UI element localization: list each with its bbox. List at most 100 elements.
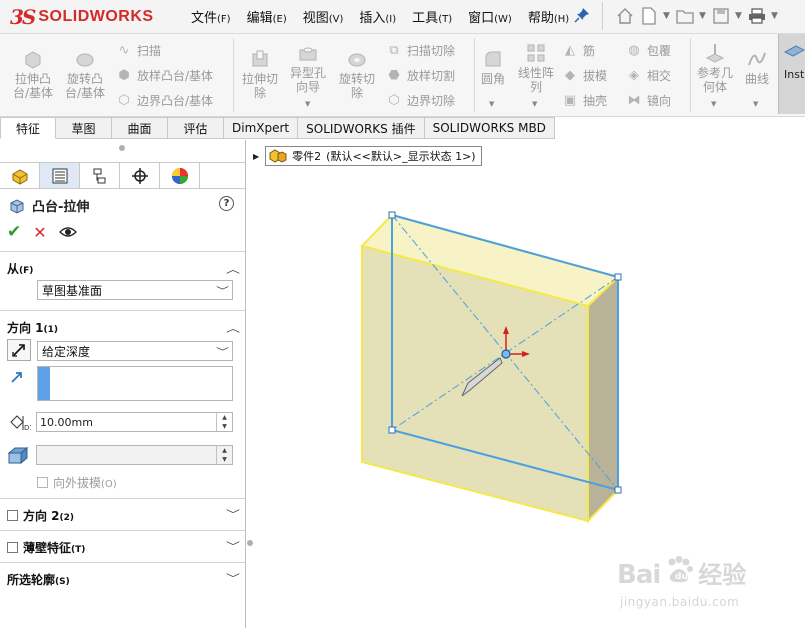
menu-window[interactable]: 窗口(W) (460, 7, 520, 26)
menu-help[interactable]: 帮助(H) (520, 7, 577, 26)
expand-arrow-icon[interactable]: ▶ (253, 152, 259, 161)
boundary-cut-button[interactable]: ⬡ 边界切除 (386, 92, 455, 109)
mirror-button[interactable]: ⧓ 镜向 (626, 92, 672, 109)
intersect-button[interactable]: ◈ 相交 (626, 67, 671, 84)
reference-geometry-button[interactable]: 参考几何体 (694, 42, 736, 94)
configuration-manager-tab-icon[interactable] (80, 163, 120, 188)
fillet-button[interactable]: 圆角 (478, 48, 508, 86)
preview-eye-icon[interactable] (58, 223, 77, 242)
thin-feature-checkbox[interactable] (7, 542, 18, 553)
save-icon[interactable] (711, 6, 731, 26)
property-manager-tab-icon[interactable] (40, 163, 80, 188)
section-divider (0, 251, 245, 252)
svg-text:du: du (675, 572, 688, 582)
depth-input[interactable]: 10.00mm ▲ ▼ (36, 412, 233, 432)
chevron-down-icon[interactable]: ▼ (753, 100, 758, 108)
menu-file[interactable]: 文件(F) (183, 7, 239, 26)
thin-feature-group-header[interactable]: 薄壁特征(T) (7, 539, 85, 556)
part-tree-node[interactable]: 零件2 (默认<<默认>_显示状态 1>) (265, 146, 482, 166)
feature-manager-tab-icon[interactable] (0, 163, 40, 188)
menu-insert[interactable]: 插入(I) (351, 7, 404, 26)
extrude-boss-label: 拉伸凸台/基体 (12, 72, 54, 100)
chevron-down-icon[interactable]: ▼ (735, 11, 743, 21)
ok-check-icon[interactable]: ✔ (7, 222, 21, 242)
boundary-boss-button[interactable]: ⬡ 边界凸台/基体 (116, 92, 213, 109)
tab-evaluate[interactable]: 评估 (168, 117, 224, 139)
sweep-button[interactable]: ∿ 扫描 (116, 42, 161, 59)
boundary-boss-icon: ⬡ (118, 93, 130, 108)
direction2-group-header[interactable]: 方向 2(2) (7, 507, 74, 524)
draft-button[interactable]: ◆ 拔模 (562, 67, 607, 84)
direction-reference-listbox[interactable] (37, 366, 233, 401)
spin-down-icon[interactable]: ▼ (222, 423, 227, 430)
pane-splitter-handle[interactable] (247, 540, 253, 546)
revolve-cut-button[interactable]: 旋转切除 (334, 48, 380, 100)
chevron-down-icon[interactable]: ▼ (532, 100, 537, 108)
revolve-boss-button[interactable]: 旋转凸台/基体 (62, 48, 108, 100)
cancel-x-icon[interactable]: ✕ (33, 223, 46, 242)
origin-point[interactable] (501, 349, 511, 359)
chevron-up-icon[interactable]: ︿ (226, 261, 240, 276)
direction1-group-header[interactable]: 方向 1(1) (7, 319, 58, 336)
shell-button[interactable]: ▣ 抽壳 (562, 92, 607, 109)
sketch-vertex[interactable] (388, 426, 396, 434)
mirror-label: 镜向 (647, 94, 672, 108)
wrap-button[interactable]: ◍ 包覆 (626, 42, 671, 59)
new-document-icon[interactable] (639, 6, 659, 26)
chevron-down-icon[interactable]: ▼ (489, 100, 494, 108)
tab-dimxpert[interactable]: DimXpert (224, 117, 299, 139)
draft-toggle-button[interactable] (7, 445, 31, 465)
rib-button[interactable]: ◭ 筋 (562, 42, 595, 59)
from-select[interactable]: 草图基准面 ﹀ (37, 280, 233, 300)
chevron-down-icon[interactable]: ▼ (699, 11, 707, 21)
extrude-boss-button[interactable]: 拉伸凸台/基体 (8, 48, 58, 100)
solidworks-wordmark: SOLIDWORKS (38, 8, 154, 25)
reverse-direction-button[interactable] (7, 339, 31, 361)
chevron-down-icon[interactable]: ﹀ (226, 538, 240, 553)
selected-contours-group-header[interactable]: 所选轮廓(S) (7, 571, 70, 588)
menu-edit[interactable]: 编辑(E) (239, 7, 295, 26)
tab-solidworks-addins[interactable]: SOLIDWORKS 插件 (298, 117, 425, 139)
from-group-header[interactable]: 从(F) (7, 260, 33, 277)
chevron-down-icon[interactable]: ﹀ (226, 506, 240, 521)
tab-sketch[interactable]: 草图 (56, 117, 112, 139)
sketch-vertex[interactable] (388, 211, 396, 219)
direction-vector-icon (10, 370, 24, 388)
menu-tools[interactable]: 工具(T) (404, 7, 460, 26)
instant3d-button[interactable]: Instant3D (778, 34, 805, 114)
menu-view[interactable]: 视图(V) (295, 7, 352, 26)
home-icon[interactable] (615, 6, 635, 26)
tab-surfaces[interactable]: 曲面 (112, 117, 168, 139)
depth-spin-buttons[interactable]: ▲ ▼ (216, 413, 232, 431)
loft-boss-button[interactable]: ⬢ 放样凸台/基体 (116, 67, 213, 84)
hole-wizard-button[interactable]: 异型孔向导 (286, 42, 330, 94)
sketch-vertex[interactable] (614, 486, 622, 494)
loft-cut-button[interactable]: ⬣ 放样切割 (386, 67, 455, 84)
display-manager-tab-icon[interactable] (160, 163, 200, 188)
tab-features[interactable]: 特征 (0, 117, 56, 139)
pin-icon[interactable] (574, 7, 590, 23)
print-icon[interactable] (747, 6, 767, 26)
chevron-down-icon[interactable]: ▼ (663, 11, 671, 21)
chevron-down-icon[interactable]: ▼ (771, 11, 779, 21)
curves-button[interactable]: 曲线 (740, 48, 774, 86)
sweep-cut-button[interactable]: ⧉ 扫描切除 (386, 42, 455, 59)
spin-up-icon[interactable]: ▲ (222, 414, 227, 421)
linear-pattern-button[interactable]: 线性阵列 (514, 42, 558, 94)
end-condition-select[interactable]: 给定深度 ﹀ (37, 341, 233, 361)
dimxpert-manager-tab-icon[interactable] (120, 163, 160, 188)
tab-solidworks-mbd[interactable]: SOLIDWORKS MBD (424, 117, 555, 139)
open-folder-icon[interactable] (675, 6, 695, 26)
solidworks-logo[interactable]: 3S SOLIDWORKS (10, 3, 154, 31)
chevron-down-icon[interactable]: ▼ (711, 100, 716, 108)
panel-grip-handle[interactable] (119, 145, 125, 151)
sketch-vertex[interactable] (614, 273, 622, 281)
chevron-up-icon[interactable]: ︿ (226, 320, 240, 335)
section-divider (0, 530, 245, 531)
sweep-cut-label: 扫描切除 (407, 44, 456, 58)
direction2-checkbox[interactable] (7, 510, 18, 521)
help-icon[interactable]: ? (219, 196, 234, 211)
chevron-down-icon[interactable]: ﹀ (226, 570, 240, 585)
chevron-down-icon[interactable]: ▼ (305, 100, 310, 108)
extrude-cut-button[interactable]: 拉伸切除 (238, 48, 282, 100)
